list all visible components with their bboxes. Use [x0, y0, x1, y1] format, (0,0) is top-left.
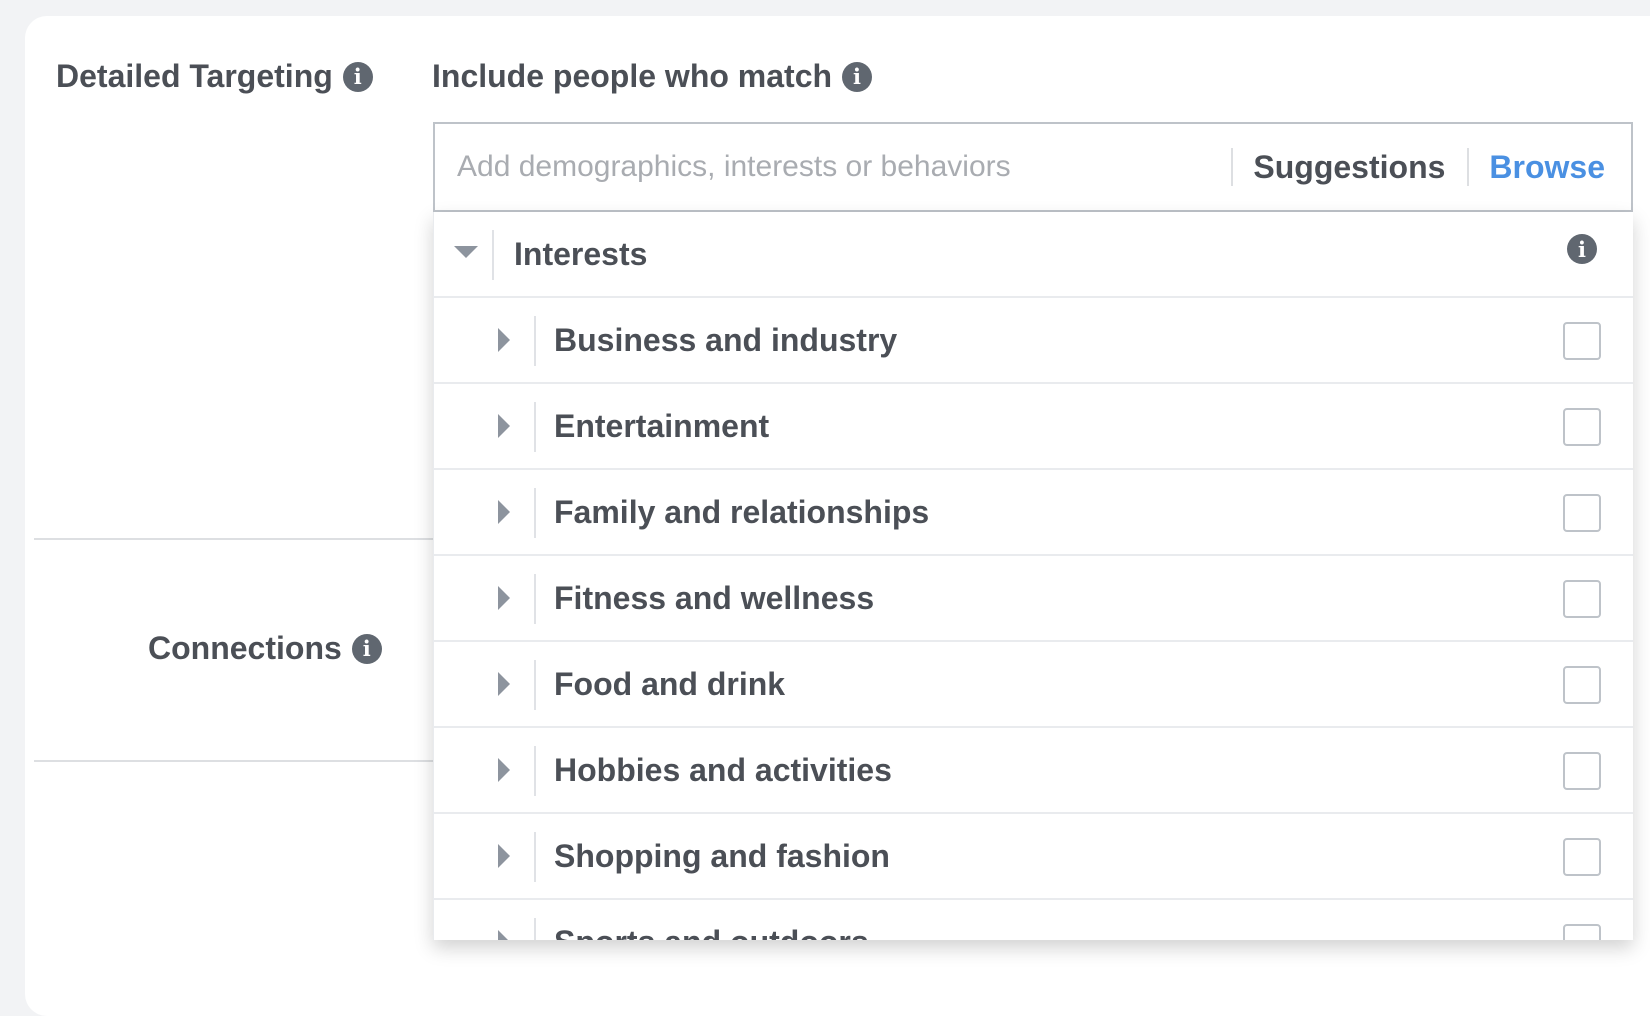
include-people-text: Include people who match	[432, 58, 833, 94]
info-icon[interactable]: i	[351, 633, 382, 664]
row-separator	[534, 316, 536, 366]
info-icon[interactable]: i	[342, 61, 373, 92]
include-people-label: Include people who match i	[432, 58, 873, 95]
list-item-label: Entertainment	[554, 408, 770, 444]
list-item[interactable]: Business and industry	[434, 298, 1633, 384]
suggestions-button[interactable]: Suggestions	[1233, 149, 1467, 186]
list-item-checkbox[interactable]	[1563, 924, 1601, 940]
list-item-label: Fitness and wellness	[554, 580, 875, 616]
caret-right-icon[interactable]	[498, 414, 510, 438]
caret-right-icon[interactable]	[498, 930, 510, 940]
section-divider	[34, 538, 434, 540]
list-item-label: Shopping and fashion	[554, 838, 890, 874]
list-item-checkbox[interactable]	[1563, 752, 1601, 790]
connections-text: Connections	[148, 630, 342, 666]
list-item[interactable]: Food and drink	[434, 642, 1633, 728]
caret-right-icon[interactable]	[498, 586, 510, 610]
list-item-label: Business and industry	[554, 322, 898, 358]
list-item[interactable]: Family and relationships	[434, 470, 1633, 556]
caret-right-icon[interactable]	[498, 328, 510, 352]
list-item[interactable]: Hobbies and activities	[434, 728, 1633, 814]
list-item-checkbox[interactable]	[1563, 838, 1601, 876]
browse-button[interactable]: Browse	[1469, 149, 1631, 186]
targeting-search-box: Suggestions Browse	[433, 122, 1633, 212]
list-item-checkbox[interactable]	[1563, 494, 1601, 532]
row-separator	[492, 230, 494, 280]
list-item[interactable]: Sports and outdoors	[434, 900, 1633, 940]
targeting-search-input[interactable]	[435, 124, 1232, 210]
row-separator	[534, 746, 536, 796]
list-item[interactable]: Shopping and fashion	[434, 814, 1633, 900]
list-item-label: Hobbies and activities	[554, 752, 892, 788]
connections-label: Connections i	[148, 630, 382, 667]
list-item[interactable]: Fitness and wellness	[434, 556, 1633, 642]
browse-dropdown: Interests i Business and industry Entert…	[433, 212, 1633, 940]
list-item-label: Sports and outdoors	[554, 924, 869, 940]
list-item-checkbox[interactable]	[1563, 666, 1601, 704]
list-item-checkbox[interactable]	[1563, 580, 1601, 618]
list-item-checkbox[interactable]	[1563, 408, 1601, 446]
caret-down-icon[interactable]	[454, 246, 478, 258]
info-icon[interactable]: i	[1567, 234, 1597, 264]
row-separator	[534, 488, 536, 538]
detailed-targeting-text: Detailed Targeting	[56, 58, 333, 94]
category-label: Interests	[514, 236, 648, 272]
list-item-checkbox[interactable]	[1563, 322, 1601, 360]
list-item[interactable]: Entertainment	[434, 384, 1633, 470]
row-separator	[534, 918, 536, 940]
caret-right-icon[interactable]	[498, 500, 510, 524]
caret-right-icon[interactable]	[498, 672, 510, 696]
list-item-label: Family and relationships	[554, 494, 930, 530]
interests-category-row[interactable]: Interests i	[434, 212, 1633, 298]
detailed-targeting-label: Detailed Targeting i	[56, 58, 373, 95]
row-separator	[534, 402, 536, 452]
section-divider	[34, 760, 434, 762]
row-separator	[534, 832, 536, 882]
row-separator	[534, 574, 536, 624]
caret-right-icon[interactable]	[498, 758, 510, 782]
row-separator	[534, 660, 536, 710]
list-item-label: Food and drink	[554, 666, 786, 702]
caret-right-icon[interactable]	[498, 844, 510, 868]
info-icon[interactable]: i	[842, 61, 873, 92]
